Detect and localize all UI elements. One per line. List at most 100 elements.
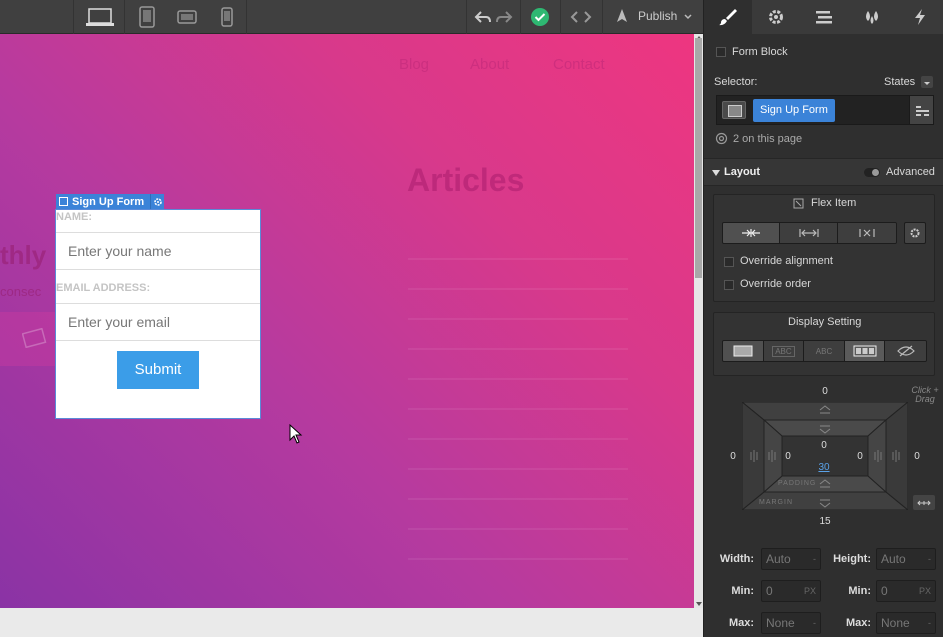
display-none-option[interactable] [885,341,926,361]
width-label: Width: [719,553,754,565]
status-ok-icon[interactable] [528,0,552,34]
states-dropdown[interactable]: States [884,76,915,88]
padding-top-value[interactable]: 0 [819,440,829,451]
list-icon [916,106,929,116]
min-width-field[interactable]: 0 PX [761,580,821,602]
landscape-view-icon[interactable] [174,0,200,34]
max-width-label: Max: [728,617,754,629]
code-icon[interactable] [566,0,596,34]
publish-rocket-icon[interactable] [612,0,632,34]
tablet-view-icon[interactable] [134,0,160,34]
tab-style[interactable] [704,0,752,34]
display-setting-group: Display Setting ABC ABC [713,312,935,376]
block-icon [733,345,753,357]
desktop-view-icon[interactable] [82,0,118,34]
publish-button[interactable]: Publish [638,0,677,34]
tab-interactions[interactable] [896,0,943,34]
nav-link-contact: Contact [553,56,605,73]
none-option[interactable] [837,223,896,243]
margin-left-value[interactable]: 0 [728,451,738,462]
flex-item-icon [793,198,804,209]
flex-settings-button[interactable] [904,222,926,244]
padding-right-value[interactable]: 0 [855,451,865,462]
box-model-diagram[interactable] [742,402,908,510]
min-height-field[interactable]: 0 PX [876,580,936,602]
tab-settings[interactable] [752,0,800,34]
max-width-field[interactable]: None - [761,612,821,634]
states-chevron-icon[interactable] [921,76,933,88]
gear-icon [910,228,920,238]
advanced-label: Advanced [886,166,935,178]
ghost-line [408,258,628,260]
display-segment: ABC ABC [722,340,927,362]
ghost-text: consec [0,284,42,299]
eye-off-icon [896,345,915,357]
padding-bottom-value[interactable]: 30 [816,462,832,473]
display-inline-block-option[interactable]: ABC [763,341,805,361]
display-inline-option[interactable]: ABC [804,341,845,361]
checkbox-icon [59,197,68,206]
layout-section-header[interactable]: Layout Advanced [704,158,943,186]
shrink-option[interactable] [723,223,781,243]
name-label: NAME: [56,211,93,223]
flex-item-label: Flex Item [811,197,857,209]
flex-icon [853,345,877,357]
max-height-label: Max: [845,617,871,629]
display-block-option[interactable] [723,341,764,361]
ghost-line [408,498,628,500]
tab-navigator[interactable] [800,0,848,34]
margin-label: MARGIN [759,499,793,506]
ghost-heading: thly [0,240,47,270]
tab-swatches[interactable] [848,0,896,34]
margin-top-value[interactable]: 0 [820,386,830,397]
element-icon [722,101,746,119]
override-order-checkbox[interactable] [724,280,734,290]
override-alignment-label: Override alignment [740,255,833,267]
redo-icon[interactable] [494,0,514,34]
undo-icon[interactable] [472,0,494,34]
min-width-label: Min: [731,585,754,597]
scroll-thumb[interactable] [695,38,702,278]
canvas-scrollbar[interactable] [694,34,703,608]
ghost-line [408,288,628,290]
drops-icon [866,11,878,24]
ghost-block [0,312,58,366]
element-type-label: Form Block [732,46,788,58]
on-page-count: 2 on this page [733,133,803,145]
selector-field[interactable]: Sign Up Form [716,95,934,125]
caret-down-icon [712,170,720,176]
margin-bottom-value[interactable]: 15 [817,516,833,527]
canvas-footer [0,608,703,637]
advanced-toggle[interactable] [864,168,880,177]
target-icon [715,132,728,145]
box-link-button[interactable] [913,495,935,510]
selector-options-button[interactable] [909,96,933,124]
margin-right-value[interactable]: 0 [912,451,922,462]
width-field[interactable]: Auto - [761,548,821,570]
ghost-line [408,468,628,470]
nav-link-about: About [470,56,510,73]
signup-form[interactable]: NAME: Enter your name EMAIL ADDRESS: Ent… [55,209,261,419]
divider [520,0,521,34]
display-flex-option[interactable] [844,341,886,361]
layout-label: Layout [724,166,761,178]
layers-icon [816,11,832,24]
max-height-field[interactable]: None - [876,612,936,634]
submit-button[interactable]: Submit [117,351,199,389]
mobile-view-icon[interactable] [215,0,239,34]
grow-option[interactable] [780,223,838,243]
name-input[interactable]: Enter your name [56,232,260,270]
override-alignment-checkbox[interactable] [724,257,734,267]
override-order-label: Override order [740,278,811,290]
email-input[interactable]: Enter your email [56,303,260,341]
ghost-line [408,318,628,320]
ghost-line [408,528,628,530]
chevron-down-icon[interactable] [682,0,694,34]
gear-icon[interactable] [150,194,164,209]
padding-left-value[interactable]: 0 [783,451,793,462]
height-field[interactable]: Auto - [876,548,936,570]
click-drag-hint: Click + Drag [911,385,939,404]
element-tag[interactable]: Sign Up Form [56,194,165,209]
selector-chip[interactable]: Sign Up Form [753,99,835,122]
scroll-down-icon[interactable] [695,602,702,606]
